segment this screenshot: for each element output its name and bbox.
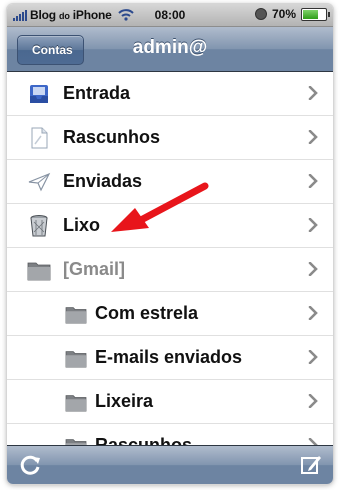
inbox-icon: [27, 82, 51, 106]
battery-area: 70%: [254, 7, 330, 21]
chevron-right-icon: [308, 350, 318, 364]
status-bar: Blog do iPhone 08:00 70%: [7, 4, 333, 27]
mailbox-label: [Gmail]: [63, 259, 126, 279]
refresh-icon[interactable]: [19, 453, 43, 477]
chevron-right-icon: [308, 130, 318, 144]
mailbox-list: Entrada Rascunhos Enviadas Lixo [Gmail] Com e…: [7, 72, 333, 446]
battery-icon: [301, 7, 330, 21]
red-arrow-annotation: [111, 182, 209, 232]
mailbox-row[interactable]: Rascunhos: [7, 424, 333, 446]
folder-icon: [65, 348, 87, 368]
compose-icon[interactable]: [299, 453, 323, 477]
navigation-bar: Contas admin@: [7, 27, 333, 72]
battery-percent: 70%: [271, 7, 296, 21]
page-title: admin@: [132, 37, 208, 58]
folder-icon: [65, 304, 87, 324]
mailbox-label: Lixo: [63, 215, 101, 235]
sent-icon: [27, 170, 51, 194]
drafts-icon: [27, 126, 51, 150]
chevron-right-icon: [308, 218, 318, 232]
chevron-right-icon: [308, 174, 318, 188]
folder-icon: [27, 258, 51, 282]
mailbox-row[interactable]: Lixeira: [7, 380, 333, 424]
mailbox-row[interactable]: Com estrela: [7, 292, 333, 336]
mailbox-label: E-mails enviados: [95, 347, 243, 367]
chevron-right-icon: [308, 86, 318, 100]
mailbox-row[interactable]: [Gmail]: [7, 248, 333, 292]
chevron-right-icon: [308, 262, 318, 276]
trash-icon: [27, 214, 51, 238]
mailbox-row[interactable]: E-mails enviados: [7, 336, 333, 380]
bottom-toolbar: [7, 445, 333, 484]
mailbox-row[interactable]: Rascunhos: [7, 116, 333, 160]
chevron-right-icon: [308, 394, 318, 408]
folder-icon: [65, 392, 87, 412]
mailbox-label: Lixeira: [95, 391, 154, 411]
mailbox-label: Com estrela: [95, 303, 199, 323]
mailbox-label: Entrada: [63, 83, 131, 103]
mailbox-label: Rascunhos: [63, 127, 161, 147]
rotation-lock-icon: [254, 8, 267, 20]
iphone-screen: Blog do iPhone 08:00 70% Contas admin@ E…: [7, 4, 333, 484]
mailbox-row[interactable]: Entrada: [7, 72, 333, 116]
chevron-right-icon: [308, 306, 318, 320]
